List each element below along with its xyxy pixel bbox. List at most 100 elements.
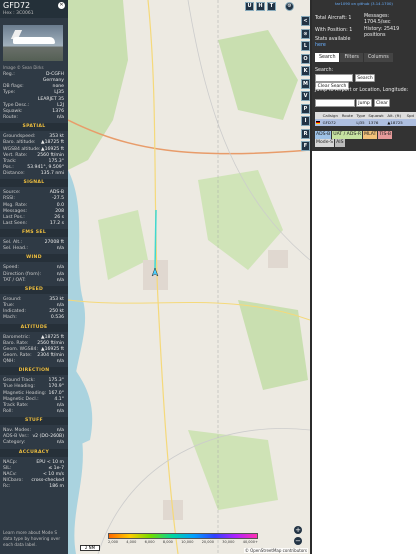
info-label: Category: bbox=[3, 440, 26, 446]
with-position: With Position: 1 bbox=[315, 28, 353, 33]
forest-area bbox=[68, 0, 128, 170]
table-cell: GFD72 bbox=[321, 119, 341, 126]
map-control-button-4[interactable]: K bbox=[301, 66, 310, 76]
map-control-button-9[interactable]: R bbox=[301, 128, 310, 139]
source-legend: ADS-B UAT / ADS-R MLAT TIS-B Mode-S AIS bbox=[315, 131, 393, 147]
jump-button[interactable]: Jump bbox=[356, 99, 372, 107]
h-button[interactable]: H bbox=[256, 2, 265, 11]
table-row[interactable]: GFD72 LJ35 1376 ▲18725 bbox=[315, 119, 416, 126]
column-header[interactable]: Type bbox=[355, 112, 368, 119]
map-control-button-5[interactable]: M bbox=[301, 78, 310, 89]
section-header-signal: SIGNAL bbox=[0, 179, 68, 188]
u-button[interactable]: U bbox=[245, 2, 254, 11]
info-label: Last Seen: bbox=[3, 221, 28, 226]
messages-rate: Messages: 1704.5/sec bbox=[364, 14, 391, 25]
settings-icon[interactable]: ⚙ bbox=[285, 2, 294, 11]
map-control-button-10[interactable]: F bbox=[301, 141, 310, 151]
flag-cell bbox=[315, 119, 322, 126]
altitude-tick: 2,000 bbox=[108, 540, 119, 544]
info-value: n/a bbox=[56, 277, 64, 283]
section-header-wind: WIND bbox=[0, 254, 68, 263]
table-cell bbox=[405, 119, 416, 126]
column-header[interactable]: Squawk bbox=[367, 112, 387, 119]
map-top-buttons: U H T bbox=[245, 2, 276, 11]
section-header-stuff: STUFF bbox=[0, 417, 68, 426]
source-badge: ADS-B bbox=[315, 131, 332, 139]
altitude-tick: 10,000 bbox=[181, 540, 194, 544]
jump-input[interactable] bbox=[315, 99, 355, 107]
jump-label: Jump to Airport or Location, Longitude: bbox=[315, 88, 409, 93]
column-header[interactable]: Alt. (ft) bbox=[386, 112, 406, 119]
tab-search[interactable]: Search bbox=[315, 53, 340, 62]
table-header: Callsign Route Type Squawk Alt. (ft) Spd bbox=[315, 112, 416, 119]
section-header-spatial: SPATIAL bbox=[0, 123, 68, 132]
map-control-button-0[interactable]: < bbox=[301, 16, 310, 26]
close-icon[interactable]: ✕ bbox=[58, 2, 65, 9]
table-cell: 1376 bbox=[367, 119, 387, 126]
tab-filters[interactable]: Filters bbox=[340, 53, 363, 62]
info-label: Route: bbox=[3, 115, 18, 121]
map-control-button-6[interactable]: V bbox=[301, 91, 310, 101]
stats-link[interactable]: here bbox=[315, 43, 326, 49]
tab-columns[interactable]: Columns bbox=[363, 53, 393, 62]
source-badge: Mode-S bbox=[315, 139, 335, 147]
info-label: Mach: bbox=[3, 315, 17, 321]
map-attribution[interactable]: © OpenStreetMap contributors bbox=[243, 548, 308, 553]
info-row: Rc: 186 m bbox=[3, 483, 64, 490]
map-control-button-8[interactable]: I bbox=[301, 116, 310, 126]
aircraft-body bbox=[13, 37, 55, 44]
info-value: n/a bbox=[56, 409, 64, 414]
search-input[interactable] bbox=[315, 74, 353, 82]
info-label: Rc: bbox=[3, 484, 11, 490]
map-control-button-2[interactable]: L bbox=[301, 41, 310, 51]
blank-area bbox=[312, 151, 416, 554]
search-button[interactable]: Search bbox=[355, 74, 375, 82]
section-header-direction: DIRECTION bbox=[0, 367, 68, 376]
altitude-legend bbox=[108, 533, 258, 539]
map-control-button-1[interactable]: ⊙ bbox=[301, 28, 310, 39]
source-badge: TIS-B bbox=[378, 131, 393, 139]
column-header[interactable]: Route bbox=[340, 112, 356, 119]
github-link[interactable]: tar1090 on github (3.14.1700) bbox=[312, 1, 416, 6]
aircraft-photo[interactable] bbox=[3, 25, 63, 61]
info-label: Roll: bbox=[3, 409, 13, 414]
column-header[interactable]: Spd bbox=[405, 112, 416, 119]
history-count: History: 25419 positions bbox=[364, 27, 400, 38]
hex-code: Hex : 3C0061 bbox=[3, 11, 34, 16]
section-header-altitude: ALTITUDE bbox=[0, 323, 68, 332]
aircraft-table: Callsign Route Type Squawk Alt. (ft) Spd GFD7… bbox=[315, 112, 416, 126]
altitude-ticks: 2,000 4,000 6,000 8,000 10,000 20,000 30,000 40… bbox=[108, 540, 258, 544]
scale-bar: 2 NM bbox=[80, 545, 100, 551]
column-header[interactable]: Callsign bbox=[321, 112, 341, 119]
info-row: TAT / OAT: n/a bbox=[3, 277, 64, 284]
altitude-tick: 20,000 bbox=[201, 540, 214, 544]
info-row: QNH: n/a bbox=[3, 358, 64, 365]
source-badge: AIS bbox=[335, 139, 345, 147]
info-value: n/a bbox=[56, 440, 64, 446]
map-control-button-7[interactable]: P bbox=[301, 103, 310, 114]
info-row: Last Seen: 17.2 s bbox=[3, 220, 64, 227]
aircraft-track bbox=[154, 209, 157, 271]
map-view[interactable]: U H T ⚙ + − 2 NM 2,000 4,000 6,000 8,000 10,… bbox=[68, 0, 310, 554]
town-area bbox=[268, 250, 288, 268]
altitude-tick: 4,000 bbox=[126, 540, 137, 544]
map-control-button-3[interactable]: O bbox=[301, 53, 310, 64]
t-button[interactable]: T bbox=[267, 2, 276, 11]
info-row: Roll: n/a bbox=[3, 408, 64, 415]
info-label: Distance: bbox=[3, 171, 25, 177]
info-value: n/a bbox=[56, 115, 64, 121]
section-header-accuracy: ACCURACY bbox=[0, 448, 68, 457]
forest-area bbox=[188, 430, 278, 510]
info-label: TAT / OAT: bbox=[3, 277, 26, 283]
table-cell: ▲18725 bbox=[386, 119, 406, 126]
clear-button[interactable]: Clear bbox=[374, 99, 390, 107]
section-header-speed: SPEED bbox=[0, 285, 68, 294]
info-row: Category: n/a bbox=[3, 439, 64, 446]
map-control-strip: < ⊙ L O K M V P I R F bbox=[300, 0, 312, 554]
info-row: Mach: 0.536 bbox=[3, 314, 64, 321]
column-header-flag[interactable] bbox=[315, 112, 322, 119]
search-label: Search: bbox=[315, 68, 334, 73]
info-value: n/a bbox=[56, 359, 64, 365]
germany-flag-icon bbox=[316, 121, 320, 124]
aircraft-list-panel: tar1090 on github (3.14.1700) Total Airc… bbox=[312, 0, 416, 554]
